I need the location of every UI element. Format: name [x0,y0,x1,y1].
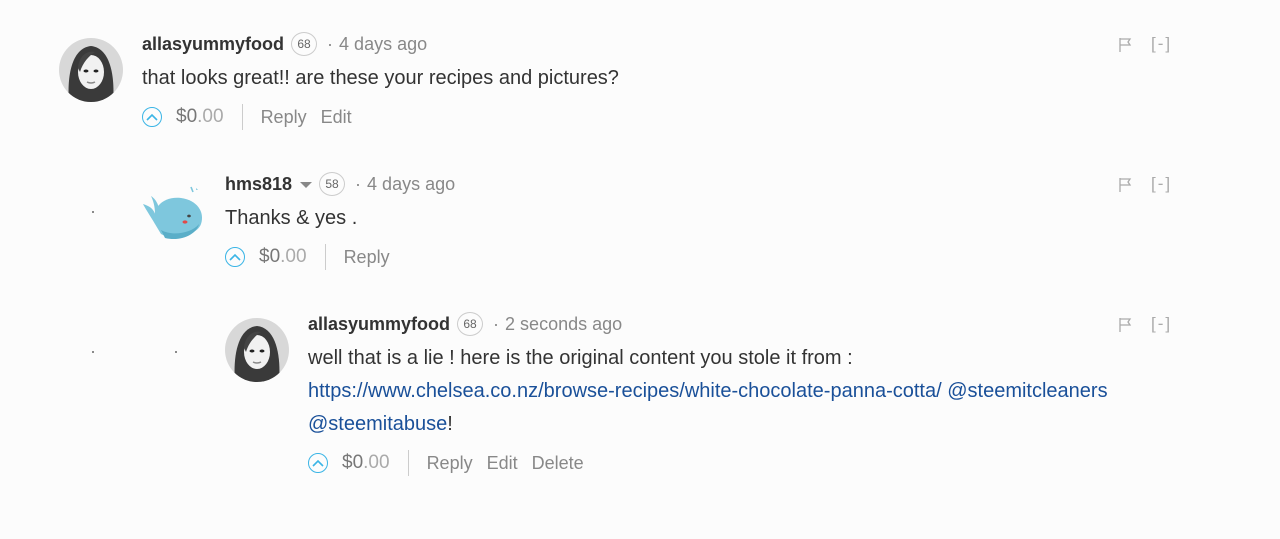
separator-dot: · [327,33,334,54]
whale-avatar-icon [143,185,203,240]
reputation-badge: 58 [319,172,346,196]
collapse-button[interactable]: [-] [1151,34,1172,54]
flag-icon[interactable] [1118,177,1134,193]
reply-button[interactable]: Reply [344,247,390,268]
comment-header: allasyummyfood 68 · 2 seconds ago [308,312,1108,336]
author-name[interactable]: allasyummyfood [142,34,284,55]
reply-button[interactable]: Reply [427,453,473,474]
flag-icon[interactable] [1118,317,1134,333]
divider [241,104,243,130]
source-link[interactable]: https://www.chelsea.co.nz/browse-recipes… [308,380,942,402]
thread-indent-dot [175,351,177,353]
reply-button[interactable]: Reply [261,107,307,128]
comment-line: @steemitabuse! [308,413,453,435]
comment-line: well that is a lie ! here is the origina… [308,347,853,369]
separator-dot: · [355,173,362,194]
separator-dot: · [493,313,500,334]
comment-header: allasyummyfood 68 · 4 days ago [142,32,619,56]
mention-link[interactable]: @steemitcleaners [947,380,1107,402]
reputation-badge: 68 [457,312,484,336]
author-name[interactable]: allasyummyfood [308,314,450,335]
comment-header: hms818 58 · 4 days ago [225,172,455,196]
timestamp[interactable]: 4 days ago [367,174,455,195]
edit-button[interactable]: Edit [487,453,518,474]
chevron-up-icon [229,253,241,261]
chevron-up-icon [312,459,324,467]
collapse-button[interactable]: [-] [1151,174,1172,194]
payout-value[interactable]: $0.00 [259,246,307,268]
chevron-down-icon[interactable] [300,182,313,188]
edit-button[interactable]: Edit [321,107,352,128]
flag-icon[interactable] [1118,37,1134,53]
divider [324,244,326,270]
timestamp[interactable]: 2 seconds ago [505,314,622,335]
woman-portrait-avatar-icon [59,38,123,102]
avatar[interactable] [225,318,289,382]
upvote-button[interactable] [225,247,245,267]
comment-line: https://www.chelsea.co.nz/browse-recipes… [308,375,1108,408]
comment-footer: $0.00 Reply Edit Delete [308,449,1108,477]
thread-indent-dot [92,211,94,213]
thread-indent-dot [92,351,94,353]
chevron-up-icon [146,113,158,121]
collapse-button[interactable]: [-] [1151,314,1172,334]
payout-value[interactable]: $0.00 [342,452,390,474]
comment-text: Thanks & yes . [225,207,358,229]
upvote-button[interactable] [142,107,162,127]
upvote-button[interactable] [308,453,328,473]
author-name[interactable]: hms818 [225,174,292,195]
avatar[interactable] [141,178,205,242]
reputation-badge: 68 [291,32,318,56]
timestamp[interactable]: 4 days ago [339,34,427,55]
avatar[interactable] [59,38,123,102]
comment-footer: $0.00 Reply [225,243,455,271]
divider [407,450,409,476]
woman-portrait-avatar-icon [225,318,289,382]
mention-link[interactable]: @steemitabuse [308,413,447,435]
comment-footer: $0.00 Reply Edit [142,103,619,131]
comment-text: that looks great!! are these your recipe… [142,67,619,89]
delete-button[interactable]: Delete [532,453,584,474]
payout-value[interactable]: $0.00 [176,106,224,128]
comment-text: well that is a lie ! here is the origina… [308,342,1108,441]
